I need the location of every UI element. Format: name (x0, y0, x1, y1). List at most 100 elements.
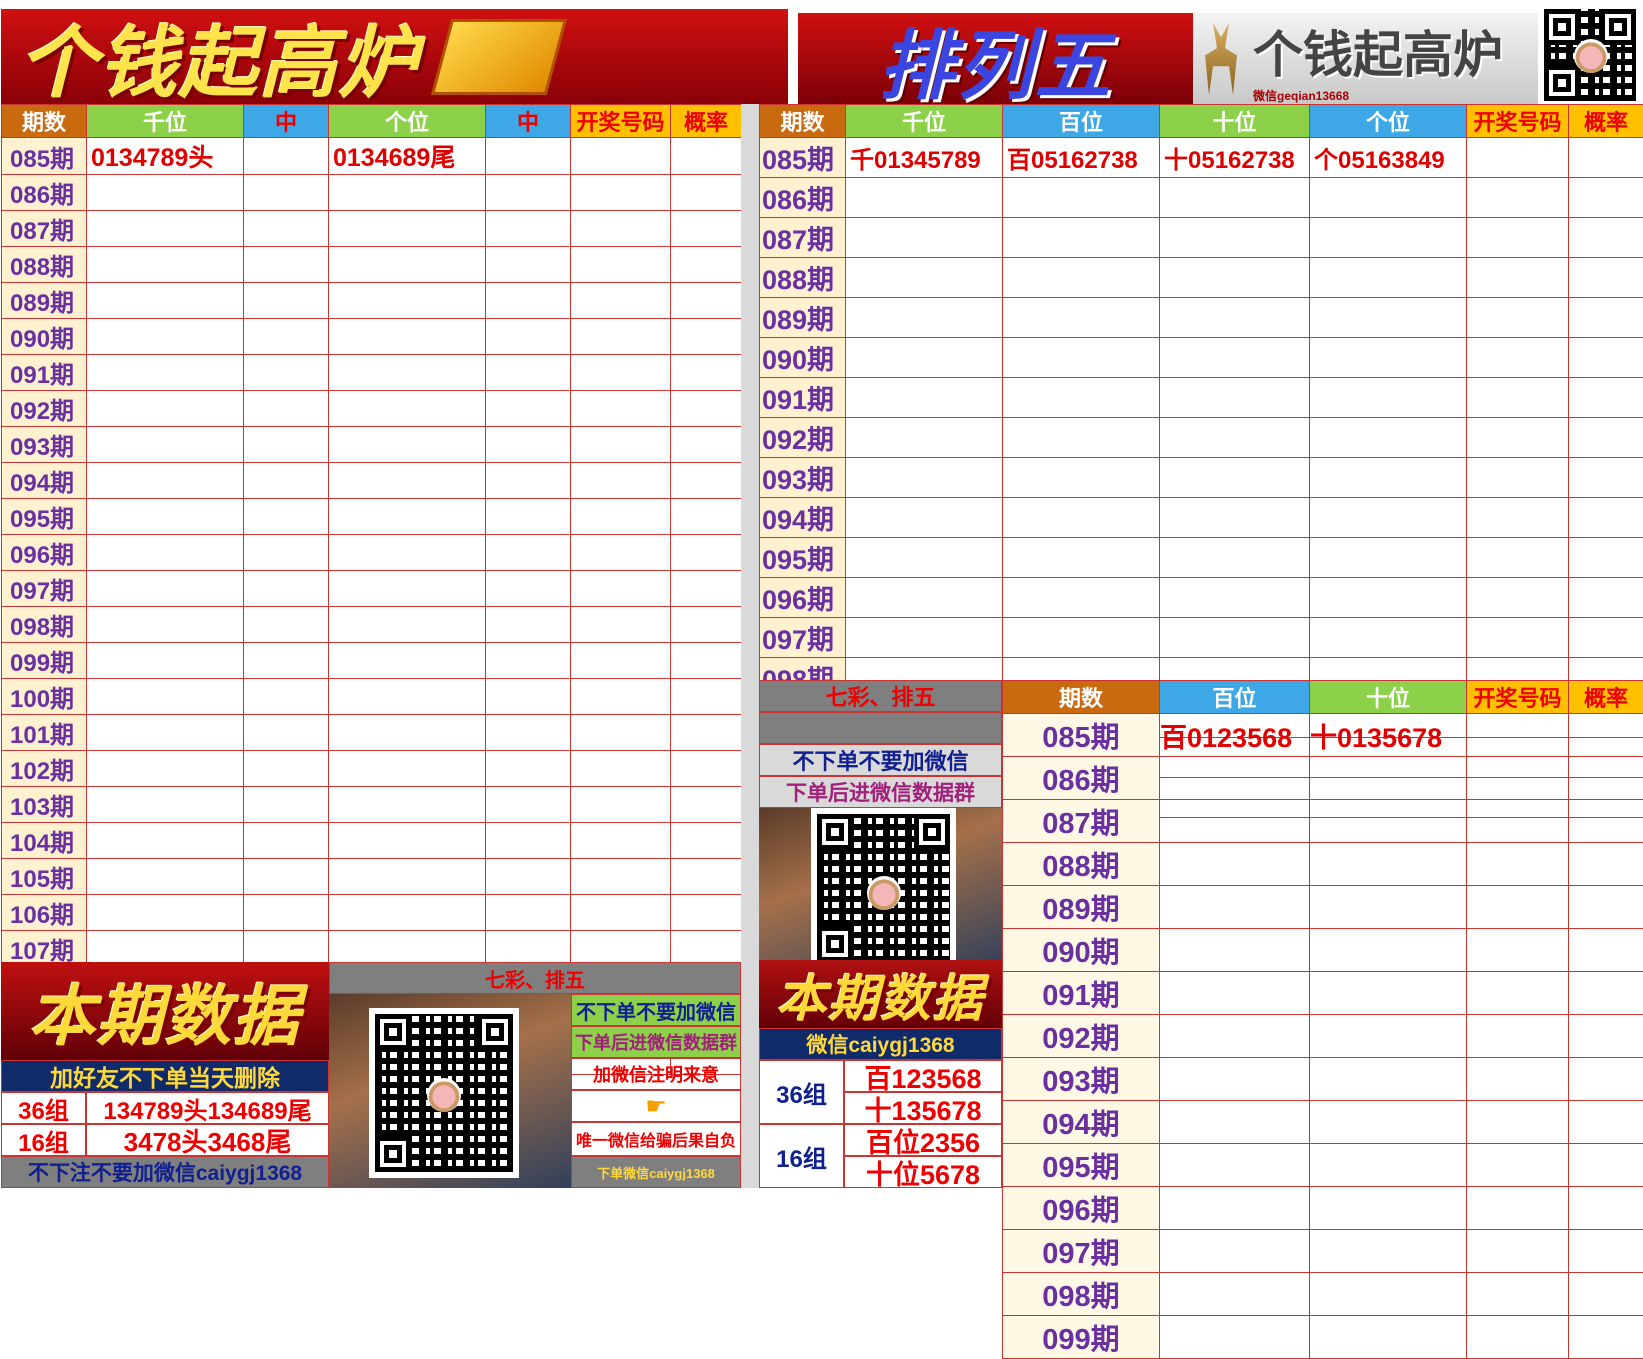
prob-cell (1569, 138, 1643, 178)
shi-cell (1310, 843, 1467, 886)
draw-cell (571, 751, 671, 787)
draw-cell (571, 355, 671, 391)
shi-cell: 十05162738 (1160, 138, 1310, 178)
period-cell: 089期 (2, 283, 87, 319)
qian-cell (87, 895, 244, 931)
table-row: 094期 (2, 463, 742, 499)
right-qr-image[interactable] (759, 808, 1002, 968)
draw-cell (1467, 1144, 1569, 1187)
zhong-cell (244, 643, 329, 679)
shi-cell (1160, 178, 1310, 218)
zhong-cell (486, 319, 571, 355)
prob-cell (1569, 800, 1643, 843)
prob-cell (1569, 578, 1643, 618)
prob-cell (671, 715, 742, 751)
zhong-cell (486, 607, 571, 643)
table-row: 093期 (2, 427, 742, 463)
bai-cell (1160, 1058, 1310, 1101)
prob-cell (671, 787, 742, 823)
prob-cell (671, 391, 742, 427)
shi-cell (1160, 618, 1310, 658)
ge-cell (329, 823, 486, 859)
zhong-cell (486, 138, 571, 175)
draw-cell (1467, 258, 1569, 298)
draw-cell (1467, 1101, 1569, 1144)
draw-cell (571, 607, 671, 643)
period-cell: 097期 (760, 618, 846, 658)
qian-cell (846, 418, 1003, 458)
draw-cell (1467, 1015, 1569, 1058)
draw-cell (1467, 714, 1569, 757)
draw-cell (571, 211, 671, 247)
qian-cell (846, 618, 1003, 658)
qian-cell (87, 247, 244, 283)
prob-cell (671, 499, 742, 535)
draw-cell (1467, 972, 1569, 1015)
bai-cell (1003, 298, 1160, 338)
shi-cell (1160, 418, 1310, 458)
draw-cell (571, 823, 671, 859)
header-qr-code[interactable] (1538, 3, 1642, 107)
bai-cell (1160, 1015, 1310, 1058)
ge-cell (329, 391, 486, 427)
shi-cell (1160, 578, 1310, 618)
shi-cell (1310, 1230, 1467, 1273)
prob-cell (1569, 1316, 1643, 1359)
table-row: 098期 (2, 607, 742, 643)
header-draw-number: 开奖号码 (571, 105, 671, 138)
prob-cell (1569, 418, 1643, 458)
qian-cell (846, 338, 1003, 378)
shi-cell (1310, 1101, 1467, 1144)
header-probability: 概率 (1569, 681, 1643, 714)
ge-cell (329, 499, 486, 535)
shi-cell (1160, 218, 1310, 258)
left-qr-image[interactable] (329, 994, 571, 1188)
qian-cell (87, 391, 244, 427)
right-side-title: 七彩、排五 (759, 680, 1002, 712)
qian-cell (846, 178, 1003, 218)
draw-cell (571, 535, 671, 571)
zhong-cell (244, 247, 329, 283)
ge-cell (329, 427, 486, 463)
table-row: 096期 (1003, 1187, 1643, 1230)
left-warn-note: 唯一微信给骗后果自负 (571, 1122, 741, 1156)
zhong-cell (486, 499, 571, 535)
period-cell: 090期 (2, 319, 87, 355)
draw-cell (1467, 757, 1569, 800)
right-table-header: 期数 千位 百位 十位 个位 开奖号码 概率 (760, 105, 1643, 138)
right-wechat-id[interactable]: 微信caiygj1368 (759, 1028, 1002, 1060)
zhong-cell (486, 427, 571, 463)
logo-panel: 个钱起高炉 微信geqian13668 (1193, 13, 1538, 105)
draw-cell (571, 643, 671, 679)
shi-cell (1160, 258, 1310, 298)
qian-cell: 千01345789 (846, 138, 1003, 178)
period-cell: 098期 (2, 607, 87, 643)
header-period: 期数 (2, 105, 87, 138)
table-row: 088期 (2, 247, 742, 283)
left-table-header: 期数 千位 中 个位 中 开奖号码 概率 (2, 105, 742, 138)
shi-cell (1160, 498, 1310, 538)
period-cell: 085期 (1003, 714, 1160, 757)
header-qian: 千位 (846, 105, 1003, 138)
period-cell: 104期 (2, 823, 87, 859)
right-qr-code[interactable] (811, 808, 956, 968)
bai-cell (1003, 458, 1160, 498)
zhong-cell (244, 283, 329, 319)
header-draw-number: 开奖号码 (1467, 681, 1569, 714)
gift-icon (431, 19, 567, 95)
left-footer-note[interactable]: 不下注不要加微信caiygj1368 (1, 1156, 329, 1188)
shi-cell (1310, 1273, 1467, 1316)
shi-cell (1310, 800, 1467, 843)
prob-cell (671, 823, 742, 859)
shi-cell (1310, 757, 1467, 800)
ge-cell (1310, 178, 1467, 218)
prob-cell (671, 859, 742, 895)
right-after-order-note: 下单后进微信数据群 (759, 776, 1002, 808)
header-period: 期数 (1003, 681, 1160, 714)
left-qr-code[interactable] (369, 1008, 519, 1178)
qian-cell (87, 787, 244, 823)
period-cell: 093期 (1003, 1058, 1160, 1101)
ge-cell (329, 751, 486, 787)
period-cell: 100期 (2, 679, 87, 715)
left-footer-small[interactable]: 下单微信caiygj1368 (571, 1156, 741, 1188)
